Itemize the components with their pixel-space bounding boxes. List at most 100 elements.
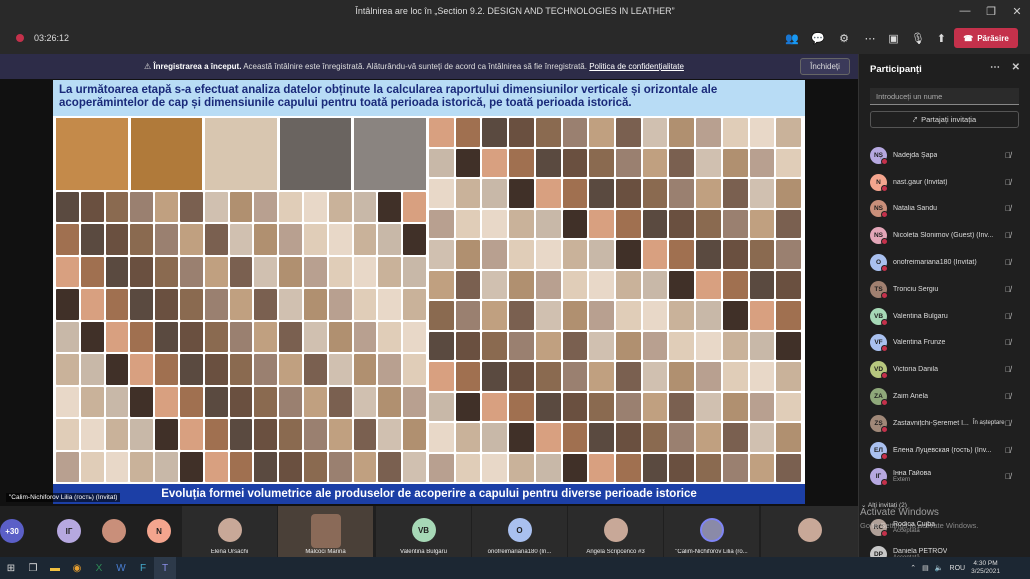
- slide-image: [353, 256, 377, 288]
- word-icon[interactable]: W: [110, 557, 132, 579]
- task-view-icon[interactable]: ❐: [22, 557, 44, 579]
- video-tile[interactable]: VB Valentina Bulgaru: [376, 506, 471, 557]
- app-icon[interactable]: F: [132, 557, 154, 579]
- avatar: VF: [870, 334, 888, 353]
- participant-name-line: Tronciu Sergiu: [887, 286, 938, 293]
- more-options-icon[interactable]: ⋯: [862, 30, 878, 46]
- slide-image: [205, 118, 277, 190]
- participant-row[interactable]: VF Valentina Frunze 🎙̸: [859, 330, 1030, 357]
- participant-name: Natalia Sandu: [893, 205, 937, 213]
- participant-row[interactable]: NȘ Nadejda Șapa 🎙̸: [859, 142, 1030, 169]
- slide-image: [254, 386, 278, 418]
- slide-image: [642, 301, 668, 330]
- slide-image: [353, 386, 377, 418]
- slide-image: [279, 386, 302, 418]
- slide-image: [378, 419, 402, 450]
- participant-row[interactable]: Nnast.gaur (Invitat) 🎙̸: [859, 169, 1030, 196]
- slide-image: [562, 240, 588, 269]
- mic-muted-icon: 🎙̸: [1005, 284, 1011, 294]
- video-tile[interactable]: "Calim-Nichiforov Lilia (ro...: [664, 506, 759, 557]
- more-participants-badge[interactable]: +30: [0, 519, 24, 543]
- avatar-photo: [797, 518, 822, 542]
- file-explorer-icon[interactable]: ▬: [44, 557, 66, 579]
- participant-info: onofreimariana180 (Invitat): [887, 259, 977, 266]
- video-tile[interactable]: Angela Scripcenco #3: [568, 506, 663, 557]
- slide-image: [378, 451, 402, 482]
- mic-off-icon[interactable]: 🎙: [911, 32, 925, 45]
- slide-image: [669, 118, 695, 147]
- chevron-up-icon[interactable]: ⌃: [910, 564, 916, 572]
- slide-image: [749, 453, 775, 482]
- avatar[interactable]: IГ: [57, 519, 81, 543]
- participant-row[interactable]: NS Nicoleta Slonimov (Guest) (Inv... 🎙̸: [859, 222, 1030, 249]
- avatar[interactable]: [102, 519, 126, 543]
- slide-image: [482, 240, 508, 269]
- slide-image: [722, 270, 748, 299]
- participant-row[interactable]: EЛ Елена Луцевская (гость) (Inv... 🎙̸: [859, 437, 1030, 464]
- volume-icon[interactable]: 🔈: [935, 564, 944, 572]
- more-icon[interactable]: ⋯: [990, 62, 1000, 73]
- participant-row[interactable]: ZȘ Zastavnițchi-Șeremet I... În așteptare 🎙…: [859, 410, 1030, 437]
- clock-date: 3/25/2021: [971, 568, 1000, 575]
- teams-icon[interactable]: T: [154, 557, 176, 579]
- slide-image: [455, 240, 481, 269]
- avatar[interactable]: N: [147, 519, 171, 543]
- participant-info: Victoria Danila: [887, 366, 938, 373]
- video-tile[interactable]: Elena Ursachi: [182, 506, 277, 557]
- share-invite-button[interactable]: ⤤ Partajați invitația: [870, 111, 1019, 128]
- slide-image: [455, 331, 481, 360]
- avatar: IГ: [870, 468, 888, 487]
- network-icon[interactable]: ▤: [922, 564, 929, 572]
- slide-image: [455, 301, 481, 330]
- privacy-link[interactable]: Politica de confidențialitate: [589, 62, 684, 71]
- slide-image: [535, 179, 561, 208]
- slide-image: [642, 148, 668, 177]
- slide-image: [455, 392, 481, 421]
- participants-icon[interactable]: 👥: [784, 30, 800, 46]
- participant-name: Valentina Frunze: [893, 339, 946, 347]
- mic-muted-icon: 🎙̸: [1005, 445, 1011, 455]
- excel-icon[interactable]: X: [88, 557, 110, 579]
- slide-image: [455, 453, 481, 482]
- windows-start-icon[interactable]: ⊞: [0, 557, 22, 579]
- slide-image: [429, 362, 454, 391]
- slide-image: [589, 331, 614, 360]
- slide-image: [155, 354, 178, 385]
- video-tile[interactable]: Oonofreimariana180 (In...: [472, 506, 567, 557]
- minimize-icon[interactable]: —: [952, 0, 978, 22]
- participant-row[interactable]: VD Victoria Danila 🎙̸: [859, 356, 1030, 383]
- slide-image: [429, 331, 454, 360]
- slide-image: [378, 224, 402, 255]
- chrome-icon[interactable]: ◉: [66, 557, 88, 579]
- slide-image: [509, 118, 534, 147]
- slide-image: [535, 240, 561, 269]
- participant-row[interactable]: IГ Інна Гайова Extern 🎙̸: [859, 464, 1030, 491]
- close-panel-icon[interactable]: ✕: [1012, 62, 1020, 73]
- lang-indicator[interactable]: ROU: [950, 565, 966, 572]
- close-window-icon[interactable]: ✕: [1004, 0, 1030, 22]
- slide-image: [589, 270, 614, 299]
- chat-icon[interactable]: 💬: [810, 30, 826, 46]
- slide-image: [56, 321, 79, 353]
- mic-muted-icon: 🎙̸: [1005, 258, 1011, 268]
- slide-image: [254, 419, 278, 450]
- leave-button[interactable]: ☎ Părăsire: [954, 28, 1018, 48]
- breakout-icon[interactable]: ⚙: [836, 30, 852, 46]
- participant-search-input[interactable]: Introduceți un nume: [870, 88, 1019, 105]
- close-banner-button[interactable]: Închideți: [800, 58, 850, 75]
- clock[interactable]: 4:30 PM 3/25/2021: [971, 560, 1000, 576]
- slide-image: [749, 301, 775, 330]
- maximize-icon[interactable]: ❐: [978, 0, 1004, 22]
- camera-off-icon[interactable]: ▣: [888, 32, 898, 45]
- participant-row[interactable]: TS Tronciu Sergiu 🎙̸: [859, 276, 1030, 303]
- share-screen-icon[interactable]: ⬆: [937, 32, 946, 45]
- slide-image: [179, 354, 203, 385]
- participant-row[interactable]: ZA Zaim Anela 🎙̸: [859, 383, 1030, 410]
- video-tile[interactable]: [761, 506, 858, 557]
- participant-row[interactable]: VB Valentina Bulgaru 🎙̸: [859, 303, 1030, 330]
- participant-row[interactable]: Oonofreimariana180 (Invitat) 🎙̸: [859, 249, 1030, 276]
- participant-row[interactable]: NS Natalia Sandu 🎙̸: [859, 196, 1030, 223]
- slide-image: [669, 148, 695, 177]
- slide-image: [562, 423, 588, 452]
- video-tile[interactable]: Malcoci Marina: [278, 506, 373, 557]
